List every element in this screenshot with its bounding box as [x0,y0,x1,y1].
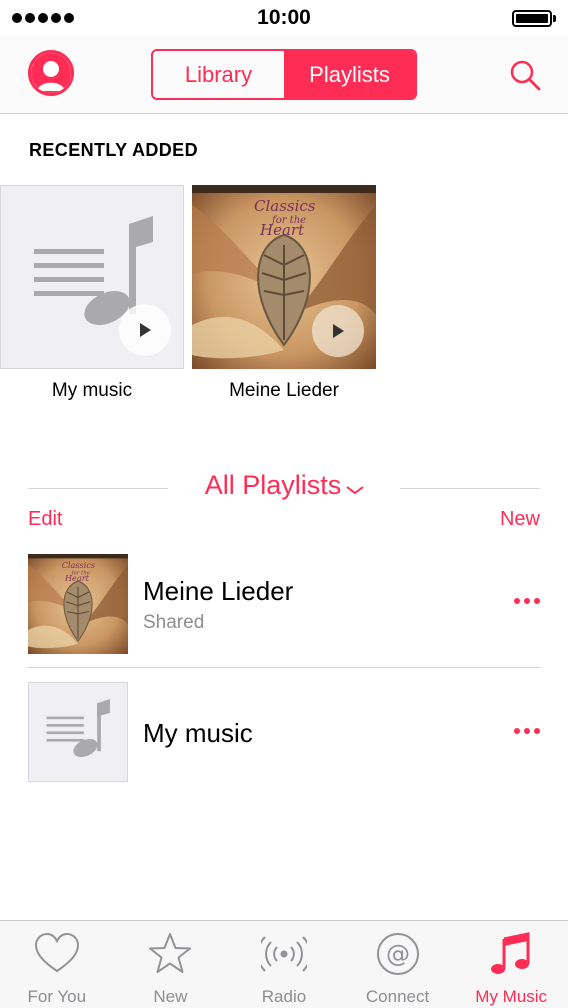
album-art-text-line3: Heart [64,573,90,583]
album-art-classics: Classics for the Heart [28,554,128,654]
divider [400,488,540,489]
recent-item-meine-lieder[interactable]: Classics for the Heart [192,185,376,369]
navigation-bar: Library Playlists [0,36,568,114]
tab-label: Radio [261,987,307,1006]
tab-for-you[interactable]: For You [0,921,114,1008]
divider [28,488,168,489]
playlist-title: Meine Lieder [143,576,294,606]
at-sign-icon: @ [376,933,419,975]
search-icon[interactable] [508,58,542,92]
music-placeholder-icon [46,698,110,758]
star-icon [149,933,192,973]
profile-icon[interactable] [28,50,74,96]
play-icon [333,324,344,338]
recent-item-label: My music [51,380,133,401]
status-time: 10:00 [257,6,311,29]
recent-item-my-music[interactable] [0,185,184,369]
more-options-icon[interactable] [514,726,540,736]
tab-label: My Music [475,987,548,1006]
svg-text:@: @ [386,940,410,968]
playlist-row[interactable]: Classics for the Heart Meine Lieder Shar… [28,554,540,654]
music-note-icon [491,932,530,974]
row-separator [28,667,540,668]
tab-label: For You [27,987,87,1006]
tab-connect[interactable]: @ Connect [341,921,455,1008]
play-icon [140,323,151,337]
library-playlists-segmented-control: Library Playlists [151,49,417,100]
tab-label: Connect [365,987,430,1006]
playlist-subtitle: Shared [143,612,205,633]
playlist-title: My music [143,718,253,748]
recently-added-heading: RECENTLY ADDED [29,140,198,160]
album-art-text-line1: Classics [254,197,316,215]
tab-label: New [153,987,188,1006]
play-button[interactable] [312,305,364,357]
tab-bar: For You New Radio @ Connect My Music [0,920,568,1008]
chevron-down-icon [345,471,365,502]
playlist-artwork: Classics for the Heart [28,554,128,654]
heart-icon [34,932,79,973]
status-bar: 10:00 [0,0,568,36]
playlist-artwork [28,682,128,782]
segment-playlists[interactable]: Playlists [284,51,415,98]
radio-waves-icon [260,936,307,972]
segment-library[interactable]: Library [153,51,284,98]
more-options-icon[interactable] [514,596,540,606]
all-playlists-label: All Playlists [204,470,342,500]
playlist-row[interactable]: My music [28,682,540,782]
tab-my-music[interactable]: My Music [454,921,568,1008]
edit-button[interactable]: Edit [28,508,62,531]
album-art-text-line1: Classics [62,560,95,570]
battery-icon [512,10,556,27]
all-playlists-filter[interactable]: All Playlists [190,470,380,502]
recent-item-label: Meine Lieder [229,380,339,401]
album-art-text-line3: Heart [259,221,305,239]
tab-new[interactable]: New [114,921,228,1008]
tab-radio[interactable]: Radio [227,921,341,1008]
new-playlist-button[interactable]: New [500,508,540,531]
play-button[interactable] [119,304,171,356]
